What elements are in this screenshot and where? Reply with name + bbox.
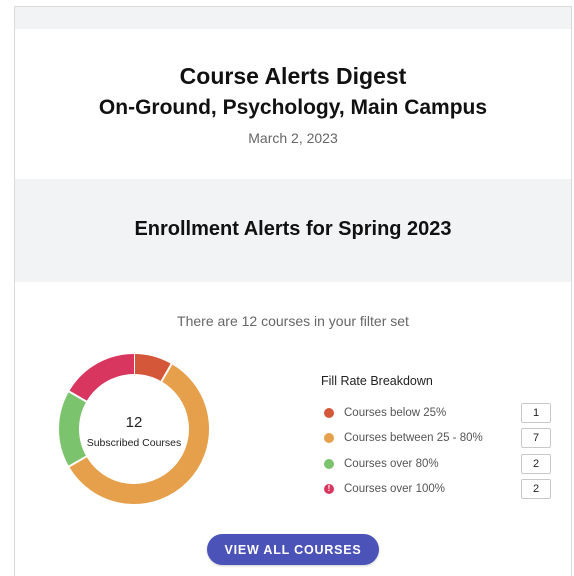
alert-exclamation-icon: ! (324, 484, 334, 495)
legend-item-over-80: Courses over 80% 2 (321, 451, 551, 477)
view-all-courses-button[interactable]: VIEW ALL COURSES (207, 534, 379, 565)
dot-icon (324, 407, 334, 418)
legend-label: Courses over 100% (344, 483, 445, 496)
legend-label: Courses below 25% (344, 406, 447, 419)
count-badge: 7 (521, 428, 551, 449)
count-badge: 1 (521, 402, 551, 423)
dot-icon (324, 458, 334, 469)
subscribed-count: 12 (125, 413, 143, 431)
subscribed-label: Subscribed Courses (86, 436, 182, 449)
dot-icon (324, 433, 334, 444)
legend-label: Courses over 80% (344, 457, 439, 470)
section-header: Enrollment Alerts for Spring 2023 (15, 179, 571, 282)
digest-card: Course Alerts Digest On-Ground, Psycholo… (14, 6, 572, 576)
legend-label: Courses between 25 - 80% (344, 432, 483, 445)
count-badge: 2 (521, 453, 551, 474)
donut-center: 12 Subscribed Courses (57, 352, 211, 506)
enrollment-summary: There are 12 courses in your filter set … (15, 282, 571, 576)
count-badge: 2 (521, 479, 551, 500)
digest-date: March 2, 2023 (248, 130, 338, 146)
page-title: Course Alerts Digest (179, 63, 407, 89)
digest-header: Course Alerts Digest On-Ground, Psycholo… (15, 29, 571, 179)
legend-title: Fill Rate Breakdown (321, 374, 433, 388)
section-title: Enrollment Alerts for Spring 2023 (134, 218, 452, 240)
filter-summary-text: There are 12 courses in your filter set (177, 313, 409, 329)
legend-item-below-25: Courses below 25% 1 (321, 400, 551, 426)
legend-item-25-80: Courses between 25 - 80% 7 (321, 426, 551, 452)
page-subtitle: On-Ground, Psychology, Main Campus (98, 96, 488, 119)
fill-rate-legend: Fill Rate Breakdown Courses below 25% 1 … (321, 374, 551, 502)
legend-item-over-100: ! Courses over 100% 2 (321, 477, 551, 503)
top-band (15, 7, 571, 29)
